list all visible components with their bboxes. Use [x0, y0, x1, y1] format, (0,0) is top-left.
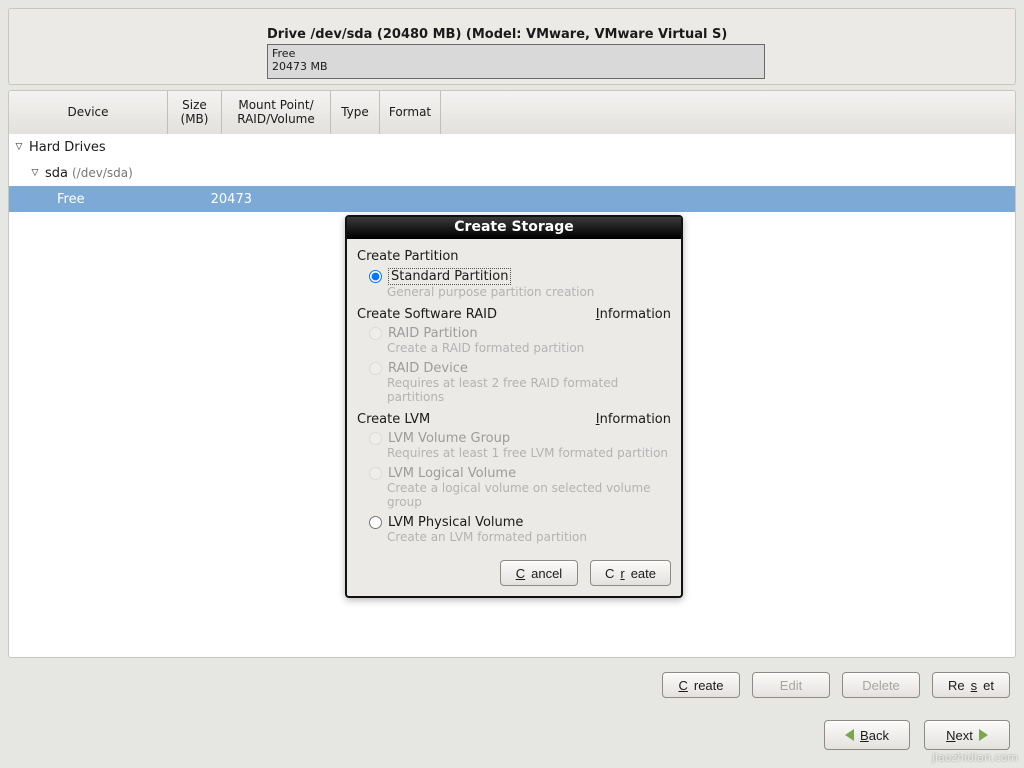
- section-software-raid: Create Software RAID Information: [357, 303, 671, 324]
- radio-standard-partition[interactable]: [369, 270, 382, 283]
- dialog-body: Create Partition Standard Partition Gene…: [347, 239, 681, 552]
- radio-raid-device: [369, 362, 382, 375]
- arrow-right-icon: [979, 729, 988, 741]
- create-storage-dialog: Create Storage Create Partition Standard…: [345, 215, 683, 598]
- section-create-lvm: Create LVM Information: [357, 408, 671, 429]
- hint-lvm-lv: Create a logical volume on selected volu…: [357, 481, 671, 513]
- option-lvm-vg: LVM Volume Group: [357, 429, 671, 446]
- lvm-info-link[interactable]: Information: [596, 412, 671, 427]
- dialog-create-button[interactable]: Create: [590, 560, 671, 586]
- expander-icon[interactable]: ▽: [29, 168, 41, 178]
- grid-header: Device Size (MB) Mount Point/ RAID/Volum…: [9, 91, 1015, 135]
- drive-summary-panel: Drive /dev/sda (20480 MB) (Model: VMware…: [8, 8, 1016, 85]
- option-raid-partition: RAID Partition: [357, 324, 671, 341]
- expander-icon[interactable]: ▽: [13, 142, 25, 152]
- drive-map[interactable]: Free 20473 MB: [267, 44, 765, 79]
- reset-button[interactable]: Reset: [932, 672, 1010, 698]
- hint-raid-partition: Create a RAID formated partition: [357, 341, 671, 359]
- delete-button: Delete: [842, 672, 920, 698]
- label-standard-partition: Standard Partition: [388, 268, 511, 285]
- section-create-partition: Create Partition: [357, 245, 671, 266]
- col-type[interactable]: Type: [331, 91, 380, 134]
- option-standard-partition[interactable]: Standard Partition: [357, 266, 671, 285]
- hint-lvm-pv: Create an LVM formated partition: [357, 530, 671, 548]
- option-lvm-pv[interactable]: LVM Physical Volume: [357, 513, 671, 530]
- free-size: 20473: [207, 192, 256, 207]
- edit-button: Edit: [752, 672, 830, 698]
- drive-map-size: 20473 MB: [272, 60, 760, 73]
- drive-map-label: Free: [272, 47, 760, 60]
- option-raid-device: RAID Device: [357, 359, 671, 376]
- radio-lvm-pv[interactable]: [369, 516, 382, 529]
- radio-lvm-lv: [369, 467, 382, 480]
- free-label: Free: [57, 192, 85, 207]
- label-lvm-pv: LVM Physical Volume: [388, 515, 523, 530]
- label-lvm-lv: LVM Logical Volume: [388, 466, 516, 481]
- disk-path: (/dev/sda): [72, 166, 133, 180]
- col-size[interactable]: Size (MB): [168, 91, 222, 134]
- tree-free-row[interactable]: Free 20473: [9, 186, 1015, 212]
- label-lvm-vg: LVM Volume Group: [388, 431, 510, 446]
- next-button[interactable]: Next: [924, 720, 1010, 750]
- disk-name: sda: [45, 166, 68, 181]
- col-mount[interactable]: Mount Point/ RAID/Volume: [222, 91, 331, 134]
- tree-disk-row[interactable]: ▽ sda (/dev/sda): [9, 160, 1015, 186]
- tree-root-row[interactable]: ▽ Hard Drives: [9, 134, 1015, 160]
- raid-info-link[interactable]: Information: [596, 307, 671, 322]
- dialog-buttons: Cancel Create: [347, 552, 681, 596]
- radio-lvm-vg: [369, 432, 382, 445]
- col-device[interactable]: Device: [9, 91, 168, 134]
- dialog-title: Create Storage: [347, 217, 681, 239]
- drive-title: Drive /dev/sda (20480 MB) (Model: VMware…: [267, 27, 727, 42]
- label-raid-partition: RAID Partition: [388, 326, 478, 341]
- create-button[interactable]: Create: [662, 672, 740, 698]
- partition-actions: Create Edit Delete Reset: [662, 672, 1010, 698]
- radio-raid-partition: [369, 327, 382, 340]
- col-format[interactable]: Format: [380, 91, 441, 134]
- watermark: jiaozhidian.com: [932, 751, 1018, 764]
- wizard-nav: Back Next: [824, 720, 1010, 750]
- label-raid-device: RAID Device: [388, 361, 468, 376]
- arrow-left-icon: [845, 729, 854, 741]
- hint-lvm-vg: Requires at least 1 free LVM formated pa…: [357, 446, 671, 464]
- back-button[interactable]: Back: [824, 720, 910, 750]
- hint-standard-partition: General purpose partition creation: [357, 285, 671, 303]
- option-lvm-lv: LVM Logical Volume: [357, 464, 671, 481]
- hint-raid-device: Requires at least 2 free RAID formated p…: [357, 376, 671, 408]
- tree-root-label: Hard Drives: [29, 140, 106, 155]
- dialog-cancel-button[interactable]: Cancel: [500, 560, 578, 586]
